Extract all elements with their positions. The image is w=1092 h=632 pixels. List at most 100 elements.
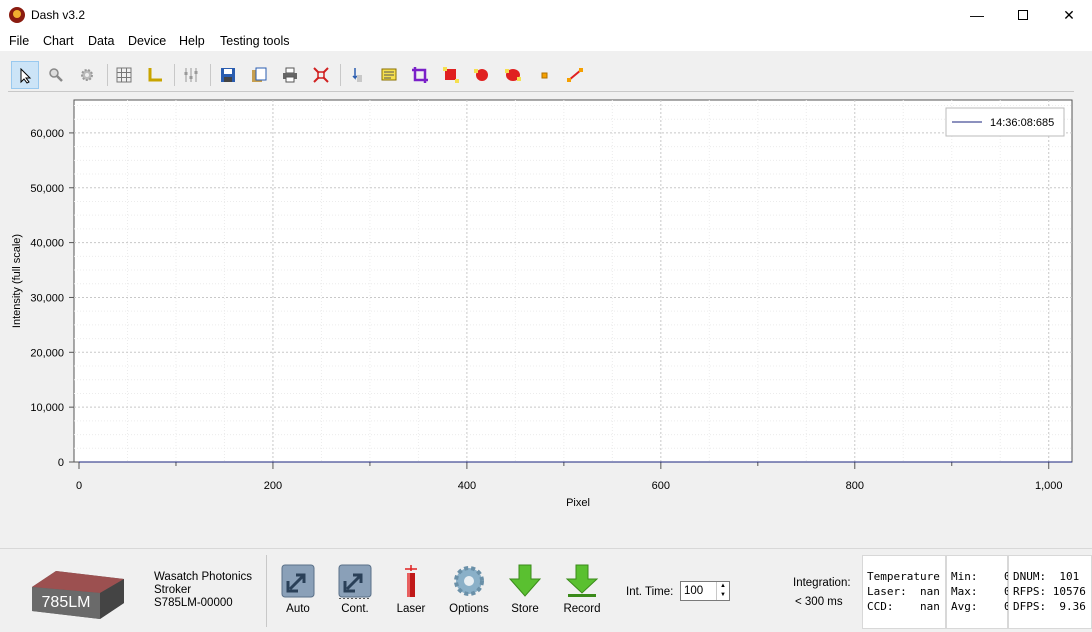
y-tick-label: 20,000: [30, 347, 64, 359]
int-time-spinner[interactable]: ▲ ▼: [716, 582, 729, 600]
box-button[interactable]: [437, 61, 465, 89]
record-label: Record: [563, 603, 601, 615]
menu-file[interactable]: File: [9, 34, 29, 48]
crop-button[interactable]: [406, 61, 434, 89]
record-icon: [565, 564, 599, 597]
frame-stats: DNUM: 101 RFPS: 10576 DFPS: 9.36: [1008, 555, 1092, 629]
menu-testing-tools[interactable]: Testing tools: [220, 34, 289, 48]
minimize-button[interactable]: —: [954, 0, 1000, 31]
device-model: Stroker: [154, 584, 192, 596]
menu-bar: File Chart Data Device Help Testing tool…: [0, 31, 1092, 51]
axes-button[interactable]: [141, 61, 169, 89]
toolbar-separator: [340, 64, 341, 86]
label-icon: [505, 69, 521, 81]
grid-button[interactable]: [110, 61, 138, 89]
cursor-icon: [352, 68, 362, 82]
copy-button[interactable]: [245, 61, 273, 89]
auto-label: Auto: [286, 603, 310, 615]
plot-background[interactable]: [73, 99, 1073, 463]
title-bar: Dash v3.2 — ✕: [0, 0, 1092, 31]
pointer-icon: [20, 68, 32, 84]
auto-button[interactable]: Auto: [272, 563, 324, 623]
spin-up-icon[interactable]: ▲: [717, 582, 729, 591]
sliders-button[interactable]: [177, 61, 205, 89]
line-button[interactable]: [561, 61, 589, 89]
int-time-label: Int. Time:: [626, 586, 674, 598]
x-tick-label: 800: [846, 480, 864, 492]
y-tick-label: 50,000: [30, 183, 64, 195]
chart-toolbar: [8, 58, 1074, 92]
x-tick-label: 200: [264, 480, 282, 492]
x-tick-label: 0: [76, 480, 82, 492]
toolbar-separator: [107, 64, 108, 86]
x-axis-label: Pixel: [566, 497, 590, 509]
zoom-button[interactable]: [42, 61, 70, 89]
copy-icon: [252, 67, 267, 82]
window-title: Dash v3.2: [31, 8, 86, 22]
y-tick-label: 40,000: [30, 238, 64, 250]
menu-chart[interactable]: Chart: [43, 34, 74, 48]
menu-help[interactable]: Help: [179, 34, 205, 48]
point-icon: [541, 72, 548, 79]
record-button[interactable]: Record: [556, 563, 608, 623]
continuous-label: Cont.: [341, 603, 369, 615]
spin-down-icon[interactable]: ▼: [717, 591, 729, 600]
device-vendor: Wasatch Photonics: [154, 571, 253, 583]
note-button[interactable]: [375, 61, 403, 89]
label-button[interactable]: [499, 61, 527, 89]
app-logo-icon: [9, 7, 25, 23]
options-button[interactable]: Options: [443, 563, 495, 623]
spectrometer-image: 785LM: [26, 559, 126, 621]
grid-icon: [116, 67, 132, 83]
y-tick-label: 60,000: [30, 128, 64, 140]
device-serial: S785LM-00000: [154, 597, 233, 609]
laser-icon: [405, 565, 417, 597]
sliders-icon: [184, 68, 198, 82]
menu-data[interactable]: Data: [88, 34, 114, 48]
close-button[interactable]: ✕: [1046, 0, 1092, 31]
pointer-button[interactable]: [11, 61, 39, 89]
laser-label: Laser: [396, 603, 426, 615]
options-label: Options: [449, 603, 489, 615]
note-icon: [381, 68, 397, 81]
toolbar-separator: [210, 64, 211, 86]
tag-button[interactable]: [468, 61, 496, 89]
print-icon: [283, 67, 297, 83]
fit-button[interactable]: [307, 61, 335, 89]
crop-icon: [412, 67, 428, 83]
device-info: Wasatch Photonics Stroker S785LM-00000: [154, 571, 252, 610]
integration-value: < 300 ms: [795, 596, 843, 608]
settings-button[interactable]: [73, 61, 101, 89]
x-tick-label: 1,000: [1035, 480, 1063, 492]
maximize-button[interactable]: [1000, 0, 1046, 31]
integration-label: Integration:: [793, 577, 851, 589]
fit-icon: [313, 67, 329, 83]
device-badge-text: 785LM: [42, 594, 91, 611]
continuous-button[interactable]: Cont.: [329, 563, 381, 623]
box-icon: [443, 67, 459, 83]
laser-button[interactable]: Laser: [385, 563, 437, 623]
temperature-stats: Temperature Laser: nan CCD: nan: [862, 555, 946, 629]
line-icon: [567, 68, 583, 82]
y-tick-label: 0: [58, 457, 64, 469]
spectrometer-icon: 785LM: [32, 571, 124, 619]
point-button[interactable]: [530, 61, 558, 89]
x-tick-label: 600: [652, 480, 670, 492]
axes-icon: [148, 68, 162, 82]
store-button[interactable]: Store: [499, 563, 551, 623]
x-tick-label: 400: [458, 480, 476, 492]
save-button[interactable]: [214, 61, 242, 89]
status-panel: 785LM Wasatch Photonics Stroker S785LM-0…: [0, 548, 1092, 632]
menu-device[interactable]: Device: [128, 34, 166, 48]
cursor-button[interactable]: [344, 61, 372, 89]
auto-icon: [281, 564, 315, 598]
y-axis-label: Intensity (full scale): [11, 234, 23, 328]
maximize-icon: [1018, 10, 1028, 20]
y-tick-label: 10,000: [30, 402, 64, 414]
store-icon: [508, 564, 542, 597]
spectrum-chart[interactable]: 0 200 400 600 800 1,000 0 10,000 20,000 30,000 40,…: [8, 96, 1074, 516]
tag-icon: [474, 69, 488, 81]
intensity-stats: Min: 0 Max: 0 Avg: 0: [946, 555, 1011, 629]
spectrum-chart-svg[interactable]: 0 200 400 600 800 1,000 0 10,000 20,000 30,000 40,…: [8, 96, 1074, 516]
print-button[interactable]: [276, 61, 304, 89]
